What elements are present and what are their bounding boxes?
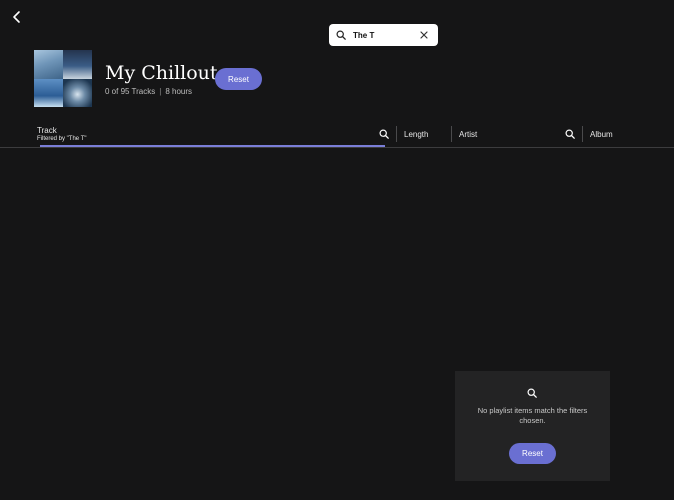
playlist-title: My Chillout [105, 62, 218, 84]
empty-state-card: No playlist items match the filters chos… [455, 371, 610, 481]
header-divider [0, 147, 674, 148]
close-icon[interactable] [420, 31, 428, 39]
cover-tile [34, 50, 63, 79]
back-button[interactable] [8, 8, 26, 26]
chevron-left-icon [13, 11, 20, 23]
playlist-meta: 0 of 95 Tracks | 8 hours [105, 87, 192, 96]
meta-separator: | [159, 87, 162, 96]
column-label-track: Track [37, 126, 57, 135]
column-header-track[interactable]: Track Filtered by "The T" [37, 126, 87, 142]
search-box [329, 24, 438, 46]
playlist-duration: 8 hours [165, 87, 193, 96]
reset-filters-button[interactable]: Reset [215, 68, 262, 90]
track-filter-note: Filtered by "The T" [37, 136, 87, 142]
cover-tile [63, 78, 92, 107]
empty-state-message: No playlist items match the filters chos… [477, 406, 588, 425]
empty-state-reset-button[interactable]: Reset [509, 443, 556, 464]
cover-tile [34, 78, 63, 107]
track-count: 0 of 95 Tracks [105, 87, 156, 96]
search-icon[interactable] [565, 129, 575, 139]
column-divider[interactable] [396, 126, 397, 142]
column-divider[interactable] [451, 126, 452, 142]
column-header-artist[interactable]: Artist [459, 130, 477, 139]
column-header-album[interactable]: Album [590, 130, 613, 139]
search-input[interactable] [353, 30, 413, 40]
column-header-length[interactable]: Length [404, 130, 428, 139]
cover-tile [63, 50, 92, 79]
search-icon[interactable] [379, 129, 389, 139]
playlist-cover [34, 50, 92, 107]
search-icon [527, 388, 537, 398]
column-divider[interactable] [582, 126, 583, 142]
search-icon [336, 30, 346, 40]
